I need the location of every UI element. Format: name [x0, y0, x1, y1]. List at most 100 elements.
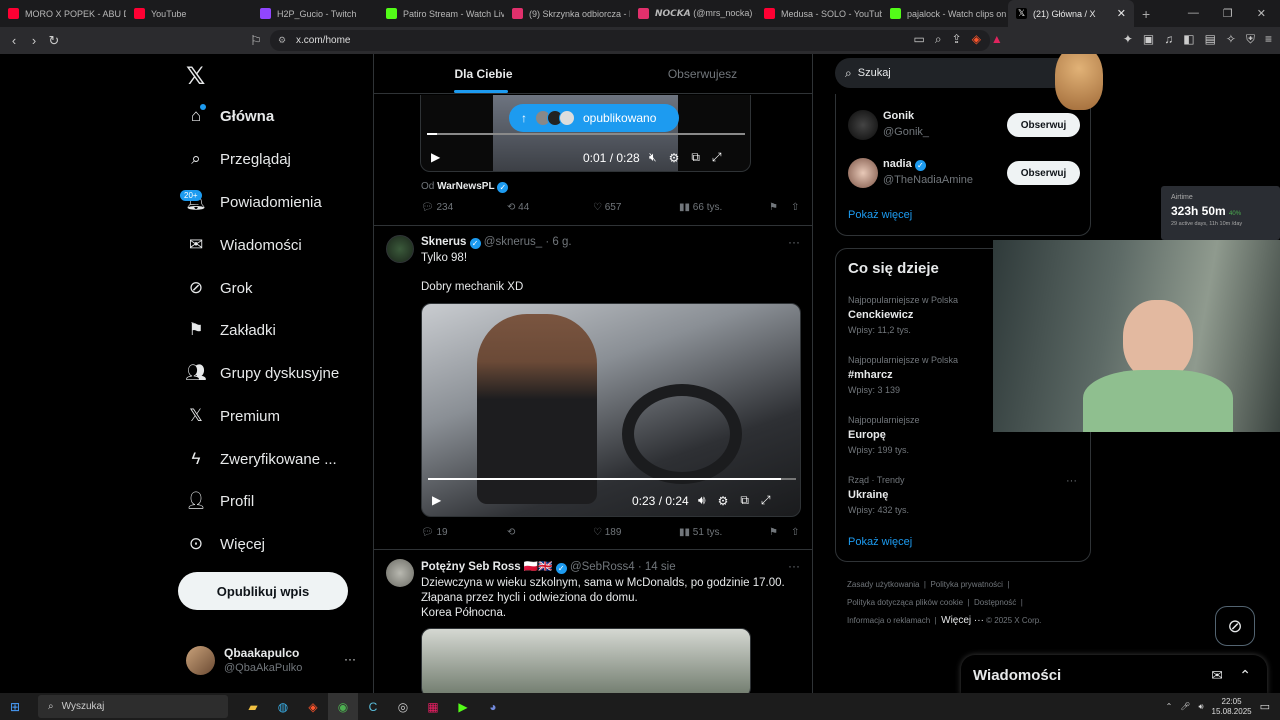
suggested-user-handle[interactable]: @Gonik_ [883, 126, 929, 138]
mute-icon[interactable]: 🔇︎ [649, 150, 657, 165]
browser-tab[interactable]: H2P_Gucio - Twitch [252, 0, 378, 27]
post-button[interactable]: Opublikuj wpis [178, 572, 348, 610]
play-icon[interactable]: ▶ [432, 493, 441, 507]
tweet-video[interactable]: ▶ 0:23 / 0:24 🔊︎ ⚙ ⧉ ⤢ [421, 303, 801, 517]
more-dots-icon[interactable]: ··· [344, 652, 356, 666]
settings-icon[interactable]: ⚙ [718, 494, 729, 508]
browser-tab-active[interactable]: 𝕏 (21) Główna / X ✕ [1008, 0, 1134, 27]
menu-icon[interactable]: ≡ [1265, 32, 1272, 47]
app-icon[interactable]: ▦ [418, 693, 448, 720]
account-switcher[interactable]: Qbaakapulco @QbaAkaPulko ··· [186, 644, 366, 684]
nav-notifications[interactable]: 🔔︎ Powiadomienia [185, 192, 322, 212]
address-bar[interactable]: ⚙ x.com/home [270, 30, 990, 51]
browser-tab[interactable]: MORO X POPEK - ABU DH [0, 0, 126, 27]
brave-shield-icon[interactable]: ◈ [972, 32, 981, 47]
trend-item[interactable]: Najpopularniejsze w Polska #mharcz Wpisy: … [848, 355, 958, 395]
reply-button[interactable]: 💬︎ 234 [421, 202, 507, 213]
follow-button[interactable]: Obserwuj [1007, 113, 1080, 137]
settings-icon[interactable]: ⚙ [669, 151, 680, 165]
like-button[interactable]: ♡ 189 [593, 527, 679, 538]
trends-show-more-link[interactable]: Pokaż więcej [848, 536, 912, 548]
browser-tab[interactable]: Patiro Stream - Watch Live [378, 0, 504, 27]
nav-home[interactable]: ⌂ Główna [186, 104, 274, 126]
zoom-icon[interactable]: ⌕ [935, 32, 942, 47]
nav-profile[interactable]: 👤︎ Profil [185, 491, 254, 511]
bookmark-icon[interactable]: ⚑ [769, 527, 791, 538]
tweet-more-icon[interactable]: ··· [788, 559, 800, 573]
close-tab-icon[interactable]: ✕ [1117, 7, 1126, 20]
share-icon[interactable]: ⇪ [952, 32, 962, 47]
wallet-icon[interactable]: ▤ [1205, 32, 1216, 47]
tab-for-you[interactable]: Dla Ciebie [374, 54, 593, 93]
close-window-icon[interactable]: ✕ [1257, 7, 1266, 20]
trend-item[interactable]: Rząd · Trendy Ukrainę Wpisy: 432 tys. [848, 475, 909, 515]
nav-explore[interactable]: ⌕ Przeglądaj [186, 149, 291, 169]
sidebar-icon[interactable]: ◧ [1183, 32, 1194, 47]
avatar[interactable] [848, 110, 878, 140]
like-button[interactable]: ♡ 657 [593, 202, 679, 213]
volume-icon[interactable]: 🔊︎ [698, 493, 706, 508]
search-input[interactable]: ⌕ Szukaj [835, 58, 1091, 88]
chrome-icon[interactable]: ◉ [328, 693, 358, 720]
vpn-icon[interactable]: ⛨ [1246, 32, 1255, 47]
browser-tab[interactable]: Medusa - SOLO - YouTube [756, 0, 882, 27]
expand-icon[interactable]: ⌃ [1239, 667, 1251, 684]
music-icon[interactable]: ♫ [1164, 32, 1173, 47]
nav-communities[interactable]: 👥︎ Grupy dyskusyjne [185, 363, 339, 383]
browser-tab[interactable]: 𝙉𝙊𝘾𝙆𝘼 (@mrs_nocka) · [630, 0, 756, 27]
browser-tab[interactable]: (9) Skrzynka odbiorcza - D [504, 0, 630, 27]
cast-icon[interactable]: ▭ [914, 32, 925, 47]
repost-button[interactable]: ⟲ 44 [507, 202, 593, 213]
discord-icon[interactable]: ◕ [478, 693, 508, 720]
taskbar-search[interactable]: ⌕ Wyszukaj [38, 695, 228, 718]
nav-more[interactable]: ⊙ Więcej [186, 534, 265, 554]
brave-rewards-icon[interactable]: ▲ [991, 32, 1003, 47]
nav-grok[interactable]: ⊘ Grok [186, 278, 253, 298]
file-explorer-icon[interactable]: ▰ [238, 693, 268, 720]
bookmark-icon[interactable]: ⚑ [769, 202, 791, 213]
suggested-user-name[interactable]: Gonik [883, 110, 914, 122]
back-icon[interactable]: ‹ [4, 33, 24, 48]
grok-fab-button[interactable]: ⊘ [1215, 606, 1255, 646]
leo-icon[interactable]: ✧ [1226, 32, 1236, 47]
restore-icon[interactable]: ❐ [1223, 7, 1233, 20]
video-progress[interactable] [428, 478, 796, 480]
tweet-more-icon[interactable]: ··· [788, 235, 800, 249]
messages-drawer[interactable]: Wiadomości ✉ ⌃ [961, 655, 1267, 693]
forward-icon[interactable]: › [24, 33, 44, 48]
browser-tab[interactable]: pajalock - Watch clips on [882, 0, 1008, 27]
notifications-icon[interactable]: ▭ [1260, 700, 1270, 713]
fullscreen-icon[interactable]: ⤢ [761, 493, 771, 508]
new-posts-pill[interactable]: ↑ opublikowano [509, 104, 679, 132]
avatar[interactable] [848, 158, 878, 188]
screenshot-icon[interactable]: ▣ [1143, 32, 1154, 47]
x-logo-icon[interactable]: 𝕏 [186, 62, 205, 91]
tweet-image[interactable] [421, 628, 751, 693]
new-tab-icon[interactable]: + [1142, 6, 1150, 22]
site-info-icon[interactable]: ⚙ [278, 35, 286, 46]
microphone-icon[interactable]: 🎤︎ [1180, 702, 1190, 711]
views-button[interactable]: ▮▮ 51 tys. [679, 527, 769, 538]
nav-bookmarks[interactable]: ⚑ Zakładki [186, 320, 275, 340]
suggested-user-handle[interactable]: @TheNadiaAmine [883, 174, 973, 186]
clock[interactable]: 22:05 15.08.2025 [1212, 697, 1252, 717]
extensions-icon[interactable]: ✦ [1123, 32, 1133, 47]
repost-button[interactable]: ⟲ [507, 527, 593, 538]
fullscreen-icon[interactable]: ⤢ [712, 150, 722, 165]
obs-icon[interactable]: ◎ [388, 693, 418, 720]
volume-icon[interactable]: 🔊︎ [1199, 702, 1204, 712]
avatar[interactable] [386, 559, 414, 587]
video-progress[interactable] [427, 133, 745, 135]
kick-icon[interactable]: ▶ [448, 693, 478, 720]
trend-more-icon[interactable]: ··· [1066, 475, 1077, 487]
pip-icon[interactable]: ⧉ [740, 493, 749, 508]
follow-button[interactable]: Obserwuj [1007, 161, 1080, 185]
nav-premium[interactable]: 𝕏 Premium [186, 406, 280, 426]
brave-icon[interactable]: ◈ [298, 693, 328, 720]
tab-following[interactable]: Obserwujesz [593, 54, 812, 93]
reload-icon[interactable]: ↻ [44, 33, 64, 49]
nav-verified-orgs[interactable]: ϟ Zweryfikowane ... [186, 449, 337, 469]
views-button[interactable]: ▮▮ 66 tys. [679, 202, 769, 213]
edge-icon[interactable]: ◍ [268, 693, 298, 720]
new-message-icon[interactable]: ✉ [1211, 667, 1223, 684]
